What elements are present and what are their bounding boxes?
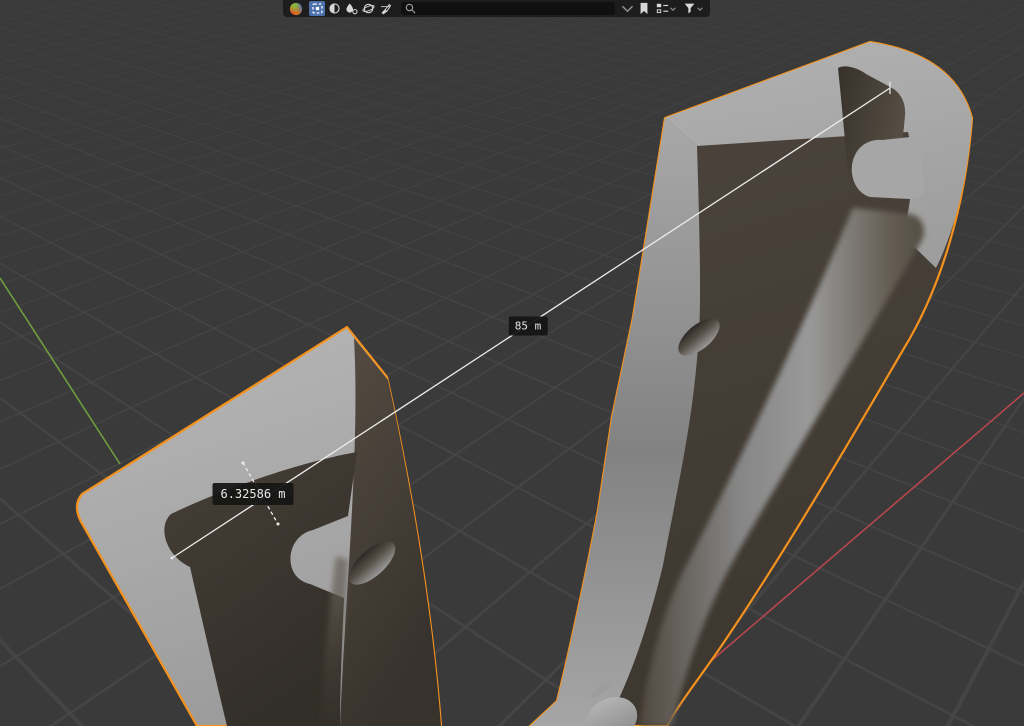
left-channel-beam[interactable] (77, 327, 441, 726)
material-ball-glyph (289, 2, 303, 16)
3d-viewport[interactable]: 85 m 6.32586 m (0, 0, 1024, 726)
search-field[interactable] (401, 2, 615, 15)
measure-label-long: 85 m (509, 317, 548, 336)
filter-funnel-icon[interactable] (680, 1, 706, 16)
header-right-controls (621, 1, 706, 16)
display-mode-chevron-icon (669, 5, 677, 13)
proportional-falloff-icon[interactable] (326, 1, 342, 16)
select-box-tool-icon[interactable] (309, 1, 325, 16)
blender-window: 85 m 6.32586 m (0, 0, 1024, 726)
editor-type-ball-icon[interactable] (288, 1, 304, 16)
measure-label-short: 6.32586 m (212, 483, 293, 505)
right-channel-beam[interactable] (530, 42, 972, 726)
chevron-down-icon[interactable] (621, 3, 634, 14)
bookmark-icon[interactable] (636, 1, 652, 16)
search-input[interactable] (416, 3, 611, 14)
right-beam-hook-tab (852, 136, 924, 199)
editor-header (283, 0, 710, 17)
tool-toggle-group (309, 1, 393, 16)
annotate-droplet-icon[interactable] (343, 1, 359, 16)
search-icon (405, 3, 416, 14)
brush-icon[interactable] (377, 1, 393, 16)
y-axis-line (0, 278, 120, 464)
display-mode-icon[interactable] (654, 1, 678, 16)
orbit-globe-icon[interactable] (360, 1, 376, 16)
scene-layer (0, 0, 1024, 726)
filter-chevron-icon (696, 5, 704, 13)
